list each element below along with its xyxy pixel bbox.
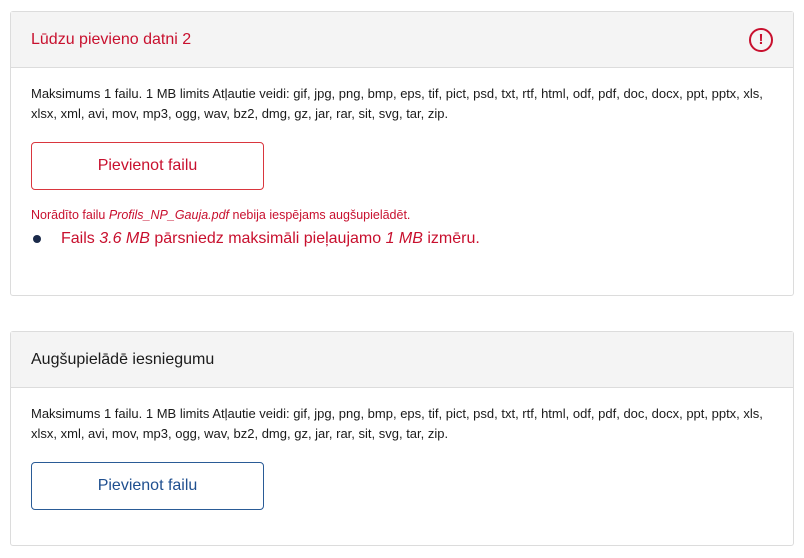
error-filename: Profils_NP_Gauja.pdf [108,208,230,222]
panel-title: Augšupielādē iesniegumu [31,350,215,368]
panel-header: Augšupielādē iesniegumu [11,332,793,388]
panel-body: Maksimums 1 failu. 1 MB limits Atļautie … [11,388,793,530]
upload-hint: Maksimums 1 failu. 1 MB limits Atļautie … [31,406,763,441]
add-file-button[interactable]: Pievienot failu [31,462,264,510]
error-detail: Fails 3.6 MB pārsniedz maksimāli pieļauj… [61,230,480,247]
list-item: Fails 3.6 MB pārsniedz maksimāli pieļauj… [31,230,773,248]
add-file-button[interactable]: Pievienot failu [31,142,264,190]
exclamation-circle-icon: ! [749,27,773,52]
file-upload-panel-2: Augšupielādē iesniegumu Maksimums 1 fail… [10,331,794,546]
file-upload-panel-1: Lūdzu pievieno datni 2 ! Maksimums 1 fai… [10,11,794,296]
panel-header: Lūdzu pievieno datni 2 ! [11,12,793,68]
error-list: Fails 3.6 MB pārsniedz maksimāli pieļauj… [31,230,773,248]
error-suffix: nebija iespējams augšupielādēt. [229,208,411,222]
upload-error-message: Norādīto failu Profils_NP_Gauja.pdf nebi… [31,208,773,222]
panel-body: Maksimums 1 failu. 1 MB limits Atļautie … [11,68,793,268]
upload-hint: Maksimums 1 failu. 1 MB limits Atļautie … [31,86,763,121]
bullet-dot-icon [33,235,41,243]
panel-title: Lūdzu pievieno datni 2 [31,30,192,48]
error-prefix: Norādīto failu [31,208,109,222]
